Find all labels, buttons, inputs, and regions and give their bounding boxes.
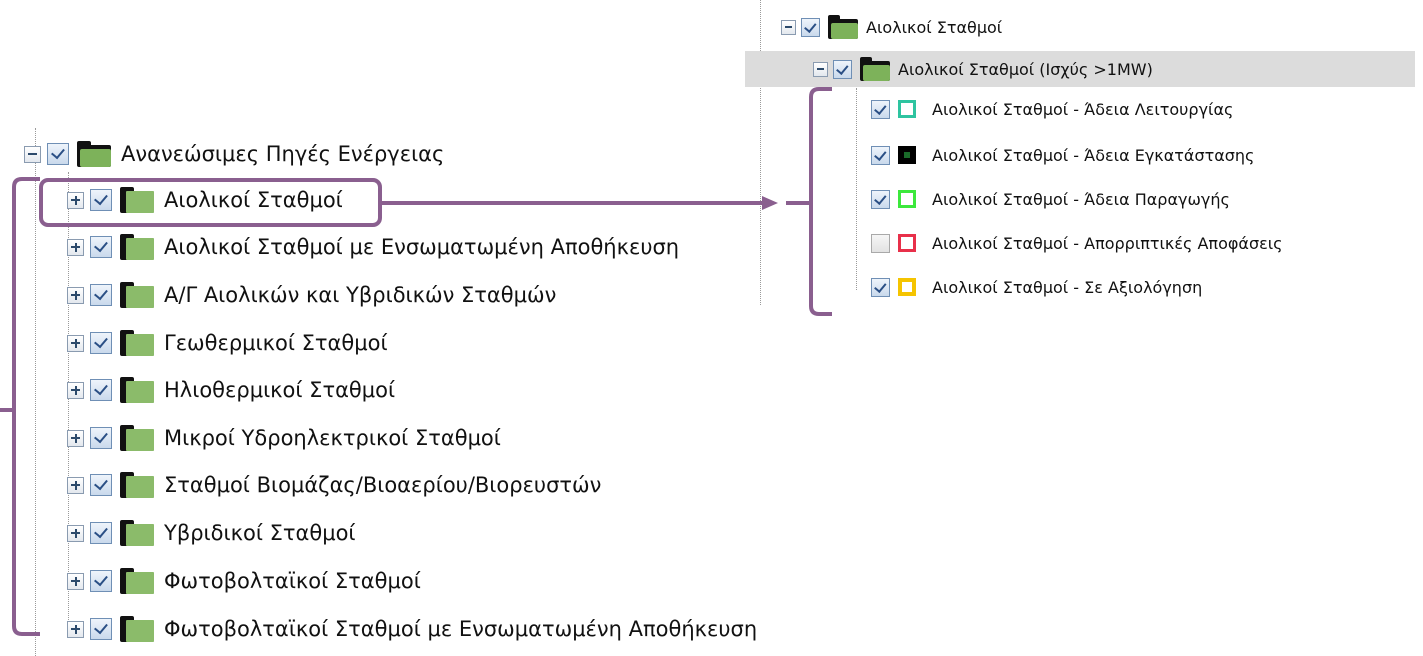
- right-bracket: [809, 87, 832, 316]
- left-bracket: [12, 177, 40, 636]
- annotation-overlay: [0, 87, 832, 636]
- highlight-box: [39, 178, 382, 227]
- annotation-arrow-head: [762, 196, 778, 210]
